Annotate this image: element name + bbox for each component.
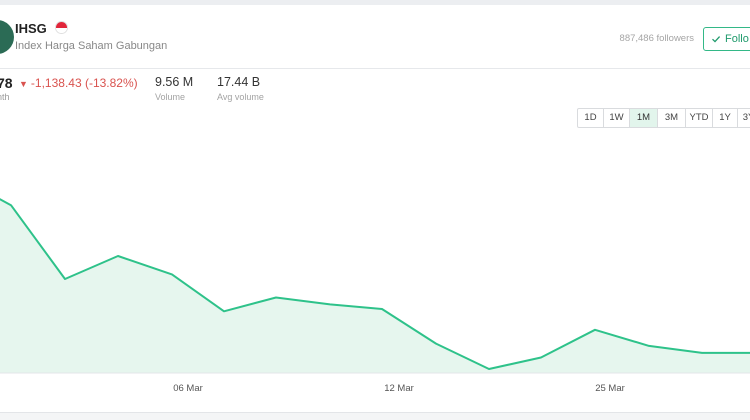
chart-area-fill <box>0 199 750 373</box>
x-tick-label: 12 Mar <box>384 383 414 394</box>
x-axis-ticks: 06 Mar 12 Mar 25 Mar <box>173 383 625 394</box>
price-chart: 06 Mar 12 Mar 25 Mar <box>0 198 750 394</box>
stock-card: IHSG Index Harga Saham Gabungan 887,486 … <box>0 0 750 413</box>
x-tick-label: 06 Mar <box>173 383 203 394</box>
x-tick-label: 25 Mar <box>595 383 625 394</box>
